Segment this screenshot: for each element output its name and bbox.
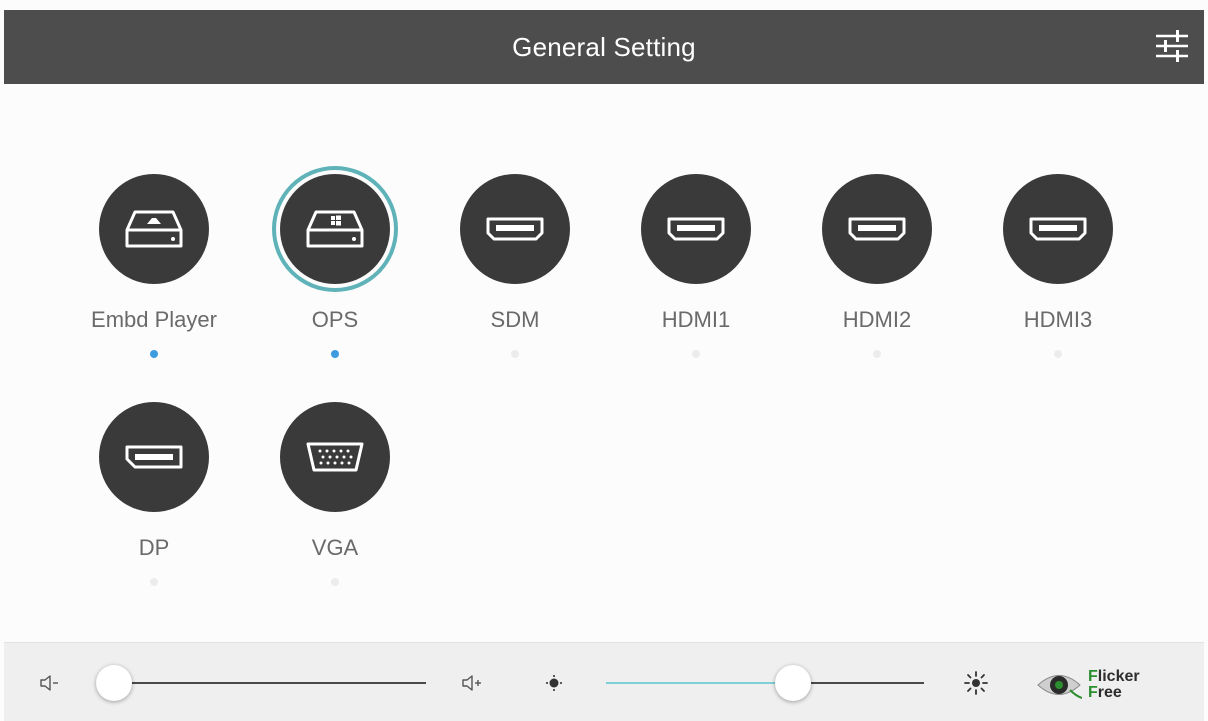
- hdmi-icon: [667, 217, 725, 241]
- source-hdmi1[interactable]: HDMI1: [606, 174, 786, 358]
- volume-down-icon: [40, 675, 58, 691]
- brightness-down-button[interactable]: [542, 671, 566, 695]
- signal-indicator: [511, 350, 519, 358]
- source-circle: [641, 174, 751, 284]
- source-hdmi2[interactable]: HDMI2: [787, 174, 967, 358]
- source-label: HDMI3: [1023, 307, 1093, 332]
- volume-up-icon: [462, 675, 481, 691]
- signal-indicator: [331, 350, 339, 358]
- volume-up-button[interactable]: [460, 671, 484, 695]
- page-title: General Setting: [512, 31, 696, 62]
- logo-word: licker: [1097, 668, 1140, 685]
- source-circle: [280, 174, 390, 284]
- source-circle: [99, 174, 209, 284]
- source-circle: [822, 174, 932, 284]
- source-label: OPS: [311, 307, 359, 332]
- signal-indicator: [873, 350, 881, 358]
- source-label: Embd Player: [91, 307, 217, 332]
- brightness-low-icon: [546, 675, 562, 691]
- logo-letter: F: [1088, 668, 1098, 685]
- displayport-icon: [125, 445, 183, 469]
- settings-button[interactable]: [1150, 24, 1194, 68]
- drive-icon: [125, 210, 183, 248]
- control-bar: Flicker Free: [4, 642, 1204, 721]
- source-grid: Embd Player OPS SDM HDMI1 HDMI2 HDMI3 DP…: [0, 84, 1208, 640]
- volume-down-button[interactable]: [38, 671, 62, 695]
- volume-track: [96, 682, 426, 684]
- hdmi-icon: [848, 217, 906, 241]
- source-label: SDM: [490, 307, 540, 332]
- source-label: HDMI2: [842, 307, 912, 332]
- windows-drive-icon: [306, 210, 364, 248]
- brightness-fill: [606, 682, 794, 684]
- brightness-thumb[interactable]: [775, 665, 812, 701]
- volume-thumb[interactable]: [96, 665, 132, 701]
- source-dp[interactable]: DP: [64, 402, 244, 586]
- hdmi-icon: [1029, 217, 1087, 241]
- source-circle: [99, 402, 209, 512]
- source-label: HDMI1: [661, 307, 731, 332]
- logo-letter: F: [1088, 684, 1098, 701]
- source-circle: [1003, 174, 1113, 284]
- sliders-icon: [1156, 30, 1188, 62]
- volume-slider[interactable]: [96, 663, 426, 703]
- logo-word: ree: [1097, 684, 1122, 701]
- brightness-up-button[interactable]: [962, 669, 990, 697]
- signal-indicator: [1054, 350, 1062, 358]
- eye-icon: [1037, 675, 1082, 699]
- hdmi-icon: [486, 217, 544, 241]
- source-ops[interactable]: OPS: [245, 174, 425, 358]
- source-label: VGA: [311, 535, 359, 560]
- flicker-free-text: Flicker Free: [1088, 669, 1140, 701]
- source-hdmi3[interactable]: HDMI3: [968, 174, 1148, 358]
- signal-indicator: [331, 578, 339, 586]
- source-vga[interactable]: VGA: [245, 402, 425, 586]
- vga-icon: [306, 442, 364, 472]
- source-embd-player[interactable]: Embd Player: [64, 174, 244, 358]
- flicker-free-logo: Flicker Free: [1036, 663, 1166, 707]
- source-label: DP: [138, 535, 170, 560]
- title-bar: General Setting: [4, 10, 1204, 84]
- signal-indicator: [150, 578, 158, 586]
- signal-indicator: [150, 350, 158, 358]
- signal-indicator: [692, 350, 700, 358]
- source-circle: [280, 402, 390, 512]
- brightness-slider[interactable]: [606, 663, 924, 703]
- source-circle: [460, 174, 570, 284]
- source-sdm[interactable]: SDM: [425, 174, 605, 358]
- brightness-high-icon: [964, 671, 988, 695]
